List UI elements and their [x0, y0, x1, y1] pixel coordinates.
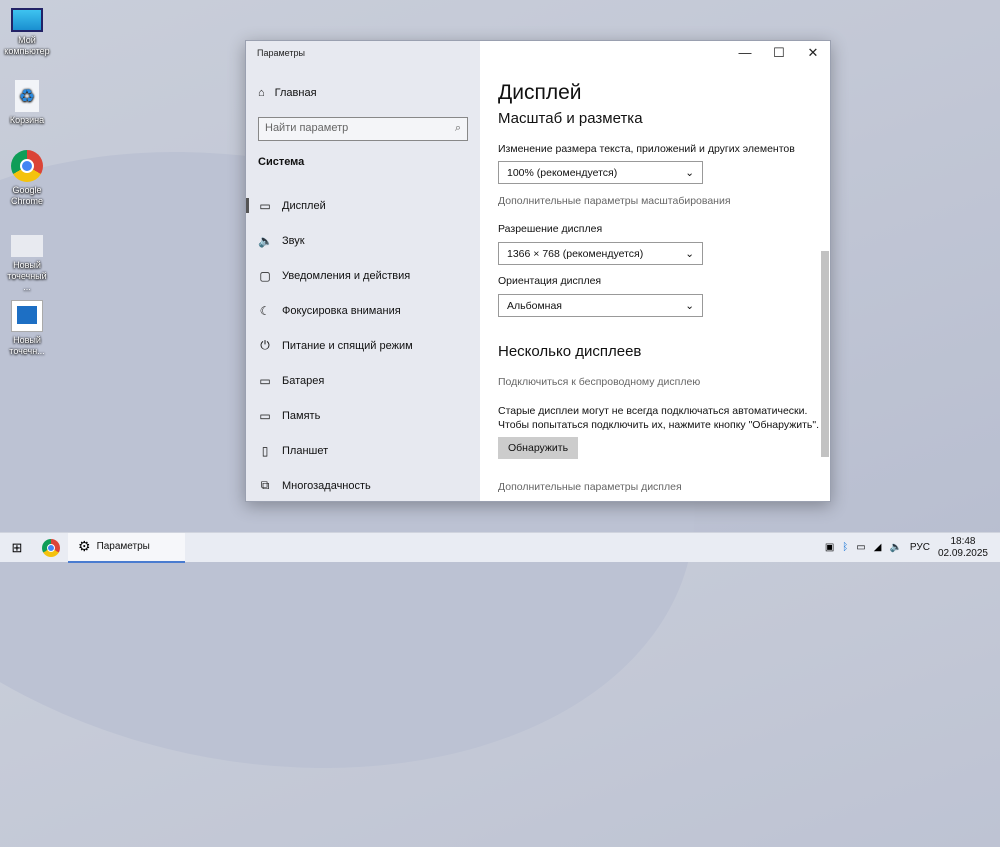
advanced-display-link[interactable]: Дополнительные параметры дисплея	[498, 481, 682, 493]
sidebar-item[interactable]: ▭ Дисплей	[246, 188, 480, 223]
network-desktop-icon[interactable]: ▣	[825, 542, 834, 553]
section-heading: Система	[258, 156, 305, 168]
chevron-down-icon: ⌄	[685, 167, 694, 179]
resolution-dropdown[interactable]: 1366 × 768 (рекомендуется) ⌄	[498, 242, 703, 265]
old-displays-text-1: Старые дисплеи могут не всегда подключат…	[498, 405, 808, 417]
desktop-icon-bitmap-1[interactable]: Новый точечный ...	[4, 235, 50, 293]
sidebar-item-label: Дисплей	[282, 199, 326, 212]
start-button[interactable]: ⊞	[0, 540, 34, 556]
detect-button[interactable]: Обнаружить	[498, 437, 579, 459]
clock[interactable]: 18:48 02.09.2025	[938, 536, 988, 560]
orientation-label: Ориентация дисплея	[498, 275, 602, 287]
close-button[interactable]: ✕	[798, 45, 828, 61]
orientation-value: Альбомная	[507, 300, 562, 312]
monitor-icon	[11, 8, 43, 32]
settings-sidebar: Параметры ⌂ Главная Найти параметр ⌕ Систе…	[246, 41, 480, 501]
minimize-button[interactable]: —	[730, 45, 760, 60]
resolution-value: 1366 × 768 (рекомендуется)	[507, 248, 644, 260]
taskbar-settings[interactable]: ⚙ Параметры	[68, 532, 185, 563]
sidebar-item[interactable]: ▯ Планшет	[246, 433, 480, 468]
nav-icon: ⧉	[260, 478, 270, 492]
chrome-icon	[42, 538, 60, 557]
scale-dropdown[interactable]: 100% (рекомендуется) ⌄	[498, 161, 703, 184]
sidebar-item-label: Планшет	[282, 444, 329, 457]
scrollbar[interactable]	[819, 111, 829, 503]
taskbar: ⊞ ⚙ Параметры ▣ ᛒ ▭ ◢ 🔈 РУС 18:48 02.09.20…	[0, 532, 1000, 563]
sidebar-item[interactable]: ⏻ Питание и спящий режим	[246, 328, 480, 363]
nav-icon: ☾	[259, 303, 271, 318]
home-label: Главная	[274, 87, 317, 99]
scale-heading: Масштаб и разметка	[498, 110, 643, 127]
battery-icon[interactable]: ▭	[856, 542, 865, 553]
scale-advanced-link[interactable]: Дополнительные параметры масштабирования	[498, 195, 731, 207]
icon-label: Новый точечный ...	[7, 260, 47, 292]
wireless-display-link[interactable]: Подключиться к беспроводному дисплею	[498, 376, 700, 388]
bluetooth-icon[interactable]: ᛒ	[842, 542, 848, 553]
window-title: Параметры	[257, 48, 305, 58]
multi-display-heading: Несколько дисплеев	[498, 343, 642, 360]
sidebar-item-label: Память	[282, 409, 321, 422]
nav-icon: ▭	[259, 373, 271, 388]
icon-label: Новый точечн...	[9, 335, 45, 356]
scale-value: 100% (рекомендуется)	[507, 167, 618, 179]
taskbar-app-label: Параметры	[96, 541, 150, 552]
icon-label: Мой компьютер	[4, 35, 50, 56]
date: 02.09.2025	[937, 547, 988, 559]
desktop-icon-bitmap-2[interactable]: Новый точечн...	[4, 300, 50, 357]
scale-label: Изменение размера текста, приложений и д…	[498, 143, 795, 155]
image-file-icon	[11, 235, 43, 257]
sidebar-item-label: Уведомления и действия	[282, 269, 411, 282]
sidebar-item[interactable]: ▢ Уведомления и действия	[246, 258, 480, 293]
nav-icon: ▭	[259, 198, 271, 213]
sidebar-item[interactable]: 🔈 Звук	[246, 223, 480, 258]
nav-icon: ⏻	[260, 338, 270, 352]
time: 18:48	[950, 535, 976, 547]
desktop-icon-computer[interactable]: Мой компьютер	[4, 8, 50, 57]
nav-icon: ▯	[261, 443, 269, 458]
language-indicator[interactable]: РУС	[910, 542, 930, 553]
page-title: Дисплей	[498, 81, 582, 104]
scrollbar-thumb[interactable]	[821, 251, 829, 457]
sidebar-item-label: Питание и спящий режим	[282, 339, 413, 352]
sidebar-item-label: Многозадачность	[282, 479, 371, 492]
search-icon: ⌕	[454, 122, 461, 134]
wifi-icon[interactable]: ◢	[874, 542, 882, 553]
sidebar-item[interactable]: ☾ Фокусировка внимания	[246, 293, 480, 328]
sidebar-item-label: Звук	[282, 234, 305, 247]
nav-icon: ▭	[259, 408, 271, 423]
settings-content: — ☐ ✕ Дисплей Масштаб и разметка Изменен…	[498, 41, 830, 501]
sidebar-item-label: Фокусировка внимания	[282, 304, 401, 317]
chevron-down-icon: ⌄	[685, 248, 694, 260]
gear-icon: ⚙	[78, 538, 91, 554]
desktop-icon-recycle-bin[interactable]: ♻ Корзина	[4, 80, 50, 126]
sidebar-item[interactable]: ⧉ Многозадачность	[246, 468, 480, 503]
chevron-down-icon: ⌄	[685, 300, 694, 312]
search-placeholder: Найти параметр	[265, 122, 349, 134]
volume-icon[interactable]: 🔈	[889, 542, 901, 553]
sidebar-item-label: Батарея	[282, 374, 325, 387]
search-input[interactable]: Найти параметр ⌕	[258, 117, 468, 141]
icon-label: Google Chrome	[10, 185, 43, 206]
nav-home[interactable]: ⌂ Главная	[258, 87, 317, 99]
orientation-dropdown[interactable]: Альбомная ⌄	[498, 294, 703, 317]
taskbar-chrome[interactable]	[34, 538, 68, 557]
resolution-label: Разрешение дисплея	[498, 223, 603, 235]
settings-window: Параметры ⌂ Главная Найти параметр ⌕ Систе…	[245, 40, 831, 502]
image-file-icon	[11, 300, 43, 332]
icon-label: Корзина	[9, 115, 45, 125]
maximize-button[interactable]: ☐	[764, 45, 794, 61]
chrome-icon	[11, 150, 43, 182]
recycle-bin-icon: ♻	[15, 80, 39, 112]
nav-icon: ▢	[259, 268, 271, 283]
desktop-icon-chrome[interactable]: Google Chrome	[4, 150, 50, 207]
nav-icon: 🔈	[258, 233, 273, 248]
sidebar-item[interactable]: ▭ Батарея	[246, 363, 480, 398]
old-displays-text-2: Чтобы попытаться подключить их, нажмите …	[498, 419, 820, 431]
sidebar-item[interactable]: ▭ Память	[246, 398, 480, 433]
home-icon: ⌂	[258, 87, 265, 99]
